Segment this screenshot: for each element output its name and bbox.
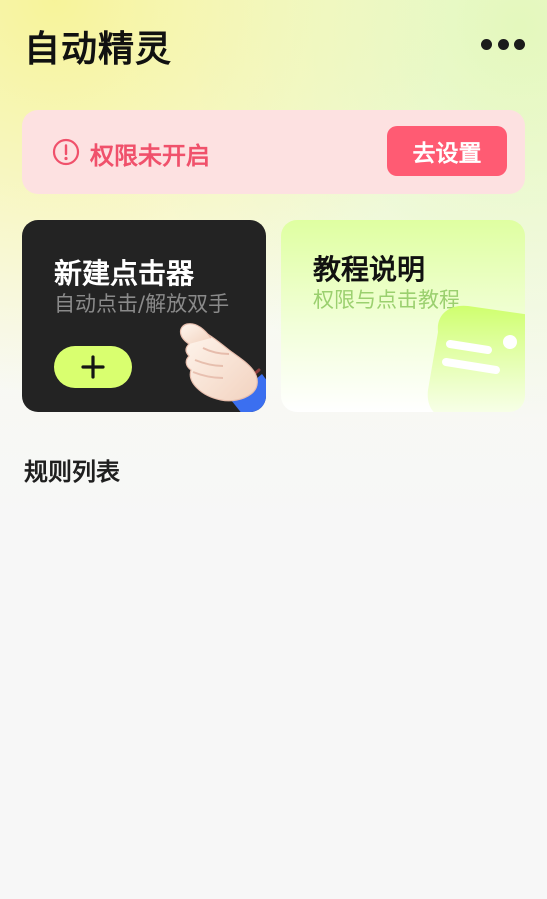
tutorial-face-icon: [427, 305, 525, 412]
tutorial-title: 教程说明: [313, 253, 426, 286]
more-horizontal-icon: [497, 38, 509, 50]
tutorial-card[interactable]: 教程说明 权限与点击教程: [281, 220, 525, 412]
more-horizontal-icon: [514, 38, 525, 50]
app-title: 自动精灵: [24, 29, 173, 70]
rules-section-title: 规则列表: [24, 458, 120, 486]
more-horizontal-icon: [481, 38, 492, 50]
warning-circle-icon: [52, 138, 80, 166]
more-menu-button[interactable]: [481, 34, 525, 54]
permission-banner: 权限未开启 去设置: [22, 110, 525, 194]
new-clicker-title: 新建点击器: [54, 257, 195, 290]
add-clicker-button[interactable]: [54, 346, 132, 388]
pointing-hand-icon: [179, 323, 266, 412]
go-settings-button[interactable]: 去设置: [387, 126, 507, 176]
permission-message: 权限未开启: [90, 142, 210, 170]
new-clicker-card[interactable]: 新建点击器 自动点击/解放双手: [22, 220, 266, 412]
plus-icon: [81, 355, 105, 379]
